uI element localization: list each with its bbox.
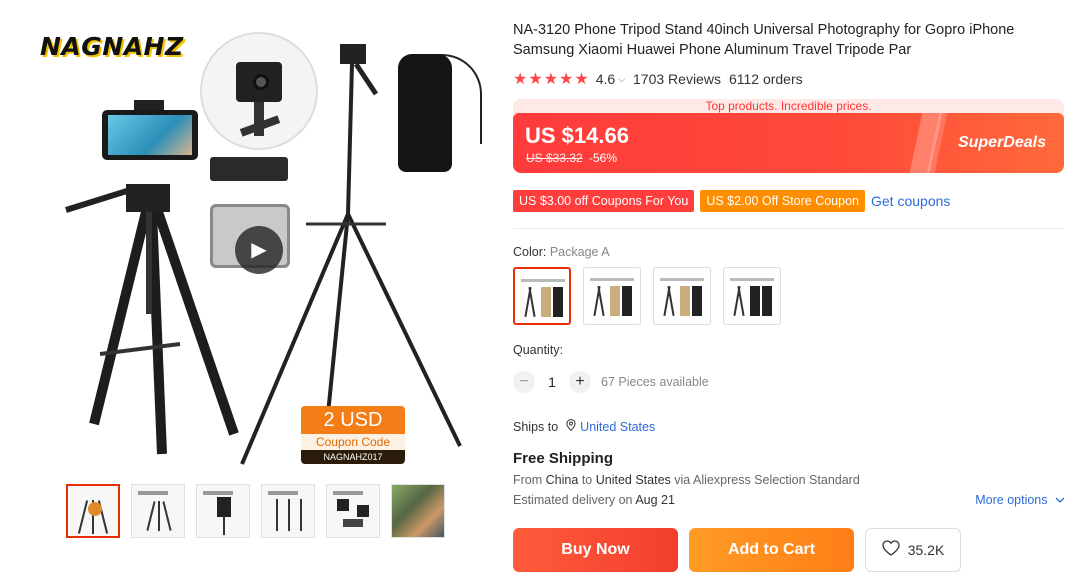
from-to: to	[581, 473, 593, 487]
more-options-link[interactable]: More options	[975, 493, 1065, 507]
color-label: Color: Package A	[513, 245, 610, 259]
product-gallery: NAGNAHZ ▶ 2 USD Coupon Code NAGNAHZ017	[0, 0, 505, 580]
thumb-1[interactable]	[66, 484, 120, 538]
ships-to-label: Ships to	[513, 419, 559, 434]
color-selected-value: Package A	[549, 245, 610, 259]
divider	[513, 228, 1064, 229]
shipping-method: via Aliexpress Selection Standard	[674, 473, 860, 487]
from-origin: China	[545, 473, 579, 487]
estimated-delivery: Estimated delivery on Aug 21	[513, 493, 675, 507]
current-price: US $14.66	[525, 123, 629, 148]
quantity-value[interactable]: 1	[535, 374, 569, 390]
ships-to-country-link[interactable]: United States	[580, 420, 655, 434]
swatch-package-a[interactable]	[513, 267, 571, 325]
product-title: NA-3120 Phone Tripod Stand 40inch Univer…	[513, 22, 1015, 58]
deal-price-box: US $14.66 US $33.32 -56% SuperDeals	[513, 113, 1064, 173]
heart-icon	[882, 539, 900, 561]
star-rating-icon: ★★★★★	[513, 71, 590, 88]
superdeals-logo: SuperDeals	[957, 134, 1046, 151]
gopro-adapter-image	[210, 157, 288, 181]
more-options-label: More options	[975, 493, 1048, 507]
quantity-increment-button[interactable]: +	[569, 371, 591, 393]
superdeals-banner: Top products. Incredible prices. US $14.…	[513, 99, 1064, 173]
brand-logo: NAGNAHZ	[40, 32, 184, 61]
pieces-available: 67 Pieces available	[601, 375, 709, 389]
from-prefix: From	[513, 473, 543, 487]
ships-to-row: Ships to United States	[513, 419, 655, 434]
swatch-package-c[interactable]	[653, 267, 711, 325]
product-info-panel: NA-3120 Phone Tripod Stand 40inch Univer…	[513, 0, 1065, 580]
thumb-3[interactable]	[196, 484, 250, 538]
buy-now-button[interactable]: Buy Now	[513, 528, 678, 572]
quantity-label: Quantity:	[513, 343, 564, 357]
rating-row: ★★★★★ 4.6 ⌵ 1703 Reviews 6112 orders	[513, 70, 803, 88]
discount-percent: -56%	[589, 151, 618, 165]
from-destination: United States	[595, 473, 671, 487]
location-pin-icon	[566, 419, 576, 434]
rating-value[interactable]: 4.6	[596, 71, 615, 87]
add-to-cart-button[interactable]: Add to Cart	[689, 528, 854, 572]
action-camera-icon	[236, 62, 282, 102]
play-video-icon[interactable]: ▶	[235, 226, 283, 274]
original-price: US $33.32	[526, 151, 583, 165]
coupon-code-badge: 2 USD Coupon Code NAGNAHZ017	[301, 406, 405, 466]
get-coupons-link[interactable]: Get coupons	[871, 193, 950, 209]
main-product-image[interactable]: NAGNAHZ ▶ 2 USD Coupon Code NAGNAHZ017	[30, 14, 490, 474]
coupon-for-you[interactable]: US $3.00 off Coupons For You	[513, 190, 695, 212]
chevron-down-icon[interactable]: ⌵	[618, 74, 625, 85]
coupon-badge-code: NAGNAHZ017	[301, 450, 405, 464]
wishlist-count: 35.2K	[907, 542, 945, 558]
reviews-link[interactable]: 1703 Reviews	[633, 71, 721, 87]
delivery-date: Aug 21	[635, 493, 675, 507]
swatch-package-d[interactable]	[723, 267, 781, 325]
deal-tagline: Top products. Incredible prices.	[705, 99, 872, 113]
carry-bag-image	[398, 54, 452, 172]
store-coupon[interactable]: US $2.00 Off Store Coupon	[700, 190, 865, 212]
phone-image	[102, 110, 198, 160]
thumb-4[interactable]	[261, 484, 315, 538]
thumbnail-strip	[66, 484, 450, 540]
quantity-stepper: − 1 + 67 Pieces available	[513, 371, 709, 393]
quantity-decrement-button[interactable]: −	[513, 371, 535, 393]
orders-count: 6112 orders	[728, 71, 803, 87]
thumb-5[interactable]	[326, 484, 380, 538]
thumb-2[interactable]	[131, 484, 185, 538]
shipping-route: From China to United States via Aliexpre…	[513, 473, 860, 487]
swatch-package-b[interactable]	[583, 267, 641, 325]
free-shipping-title: Free Shipping	[513, 450, 614, 467]
color-label-text: Color:	[513, 245, 550, 259]
coupon-badge-label: Coupon Code	[301, 434, 405, 450]
thumb-6[interactable]	[391, 484, 445, 538]
coupons-row: US $3.00 off Coupons For You US $2.00 Of…	[513, 190, 950, 212]
coupon-badge-amount: 2 USD	[301, 406, 405, 434]
action-camera-inset	[200, 32, 318, 150]
delivery-prefix: Estimated delivery on	[513, 493, 633, 507]
wishlist-button[interactable]: 35.2K	[865, 528, 961, 572]
chevron-down-icon	[1055, 493, 1065, 507]
